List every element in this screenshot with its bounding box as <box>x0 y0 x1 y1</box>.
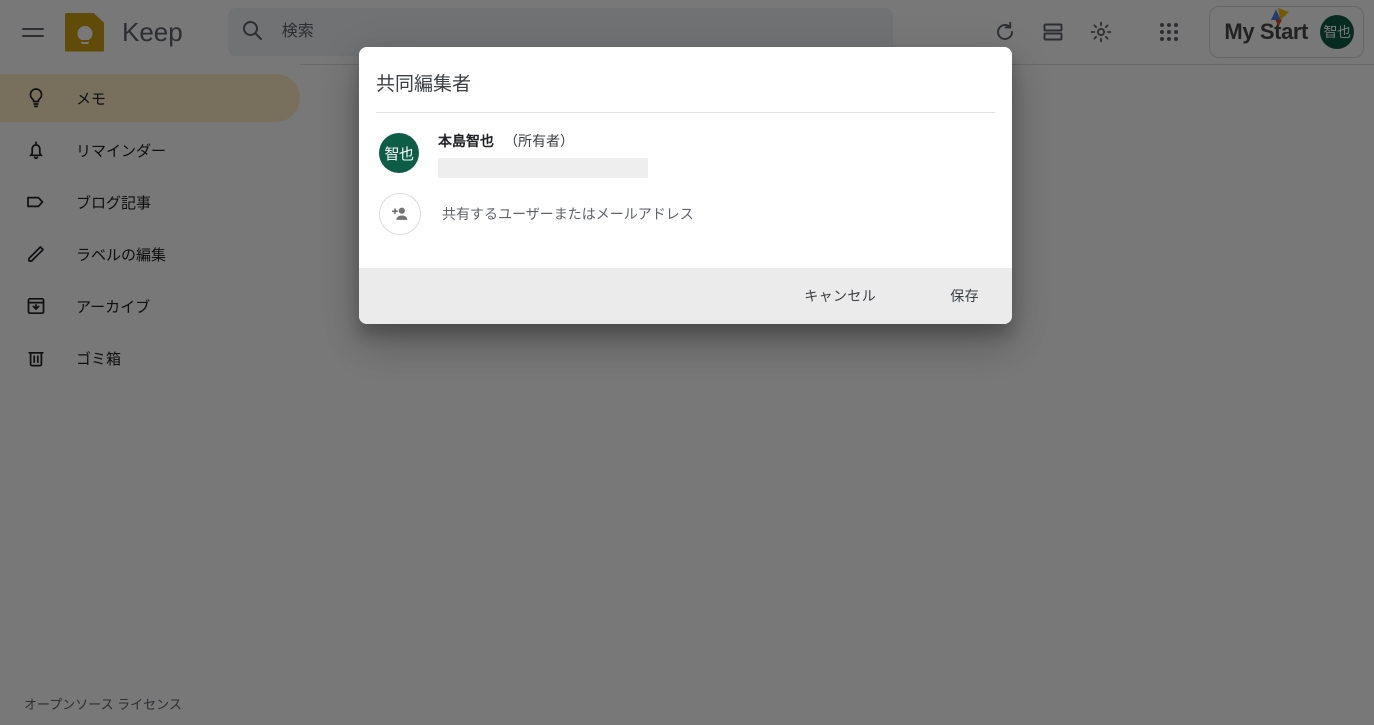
person-add-icon <box>379 193 421 235</box>
avatar: 智也 <box>379 133 419 173</box>
collaborator-name: 本島智也 <box>438 133 494 149</box>
dialog-title: 共同編集者 <box>376 74 472 95</box>
collaborator-info: 本島智也 （所有者） <box>438 131 995 178</box>
collaborators-dialog: 共同編集者 智也 本島智也 （所有者） 共有するユーザーまたはメールアドレス キ… <box>359 47 1012 324</box>
collaborator-list: 智也 本島智也 （所有者） <box>359 113 1012 268</box>
owner-email-redacted <box>438 158 648 178</box>
dialog-footer: キャンセル 保存 <box>359 268 1012 324</box>
collaborator-nameline: 本島智也 （所有者） <box>438 131 995 152</box>
cancel-button[interactable]: キャンセル <box>788 276 892 316</box>
save-button[interactable]: 保存 <box>934 276 995 316</box>
owner-role-tag: （所有者） <box>504 133 574 149</box>
dialog-body: 共同編集者 智也 本島智也 （所有者） <box>359 47 1012 268</box>
share-input-row[interactable] <box>359 184 1012 254</box>
collaborator-row-owner: 智也 本島智也 （所有者） <box>359 125 1012 184</box>
share-input[interactable] <box>440 201 964 227</box>
